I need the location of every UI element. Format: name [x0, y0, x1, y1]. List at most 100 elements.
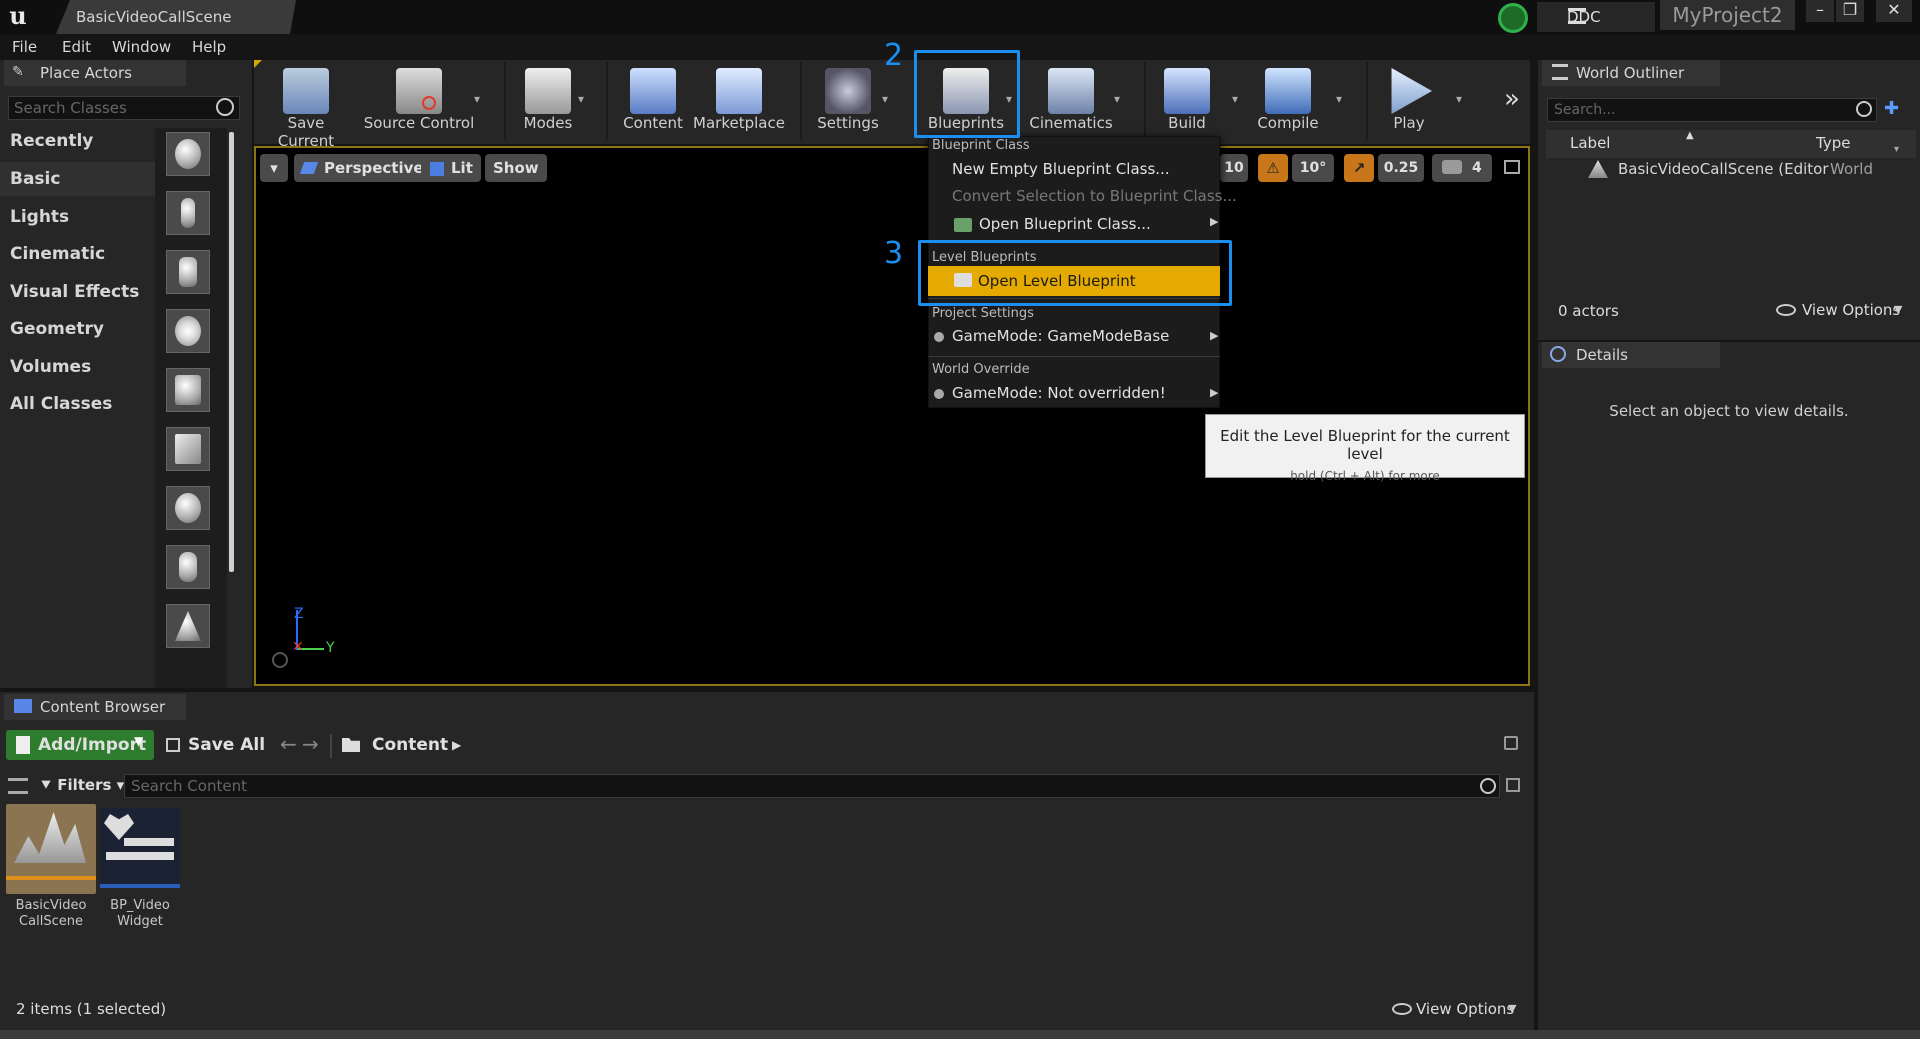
- camera-speed-value[interactable]: 4: [1432, 154, 1492, 182]
- build-dropdown[interactable]: ▾: [1232, 92, 1238, 106]
- actor-cube-icon[interactable]: [166, 427, 210, 471]
- gamemode-project-item[interactable]: GameMode: GameModeBase: [952, 327, 1169, 345]
- toolbar-overflow-icon[interactable]: »: [1504, 84, 1520, 114]
- path-chevron-icon[interactable]: ▶: [452, 738, 461, 752]
- save-current-button[interactable]: Save Current: [258, 60, 354, 150]
- path-content[interactable]: Content: [372, 730, 448, 760]
- unreal-logo-icon[interactable]: u: [4, 2, 32, 30]
- column-label[interactable]: Label: [1570, 134, 1610, 152]
- actor-pawn-icon[interactable]: [166, 250, 210, 294]
- marketplace-button[interactable]: Marketplace: [692, 60, 786, 144]
- actor-sphere-icon[interactable]: [166, 132, 210, 176]
- category-cinematic[interactable]: Cinematic: [0, 237, 155, 271]
- place-actors-scrollbar[interactable]: [229, 132, 234, 572]
- scale-snap-icon[interactable]: ↗: [1344, 154, 1374, 182]
- column-menu-icon[interactable]: ▾: [1894, 144, 1899, 155]
- cinematics-button[interactable]: Cinematics: [1028, 60, 1114, 144]
- actor-character-icon[interactable]: [166, 191, 210, 235]
- place-actors-icon: ✎: [12, 64, 24, 80]
- chevron-down-icon: ▼: [1894, 303, 1903, 316]
- outliner-row-label[interactable]: BasicVideoCallScene (Editor: [1618, 160, 1828, 178]
- sources-toggle-icon[interactable]: [8, 778, 28, 794]
- ddc-indicator[interactable]: DDC: [1537, 2, 1655, 32]
- minimize-button[interactable]: –: [1806, 0, 1834, 22]
- cinematics-dropdown[interactable]: ▾: [1114, 92, 1120, 106]
- world-outliner-tab[interactable]: World Outliner: [1542, 60, 1720, 86]
- search-classes-input[interactable]: Search Classes: [8, 96, 240, 120]
- place-actors-tab-label: Place Actors: [40, 64, 132, 82]
- category-visual-effects[interactable]: Visual Effects: [0, 275, 155, 309]
- search-content-input[interactable]: Search Content: [124, 774, 1500, 798]
- new-empty-blueprint-item[interactable]: New Empty Blueprint Class...: [952, 160, 1170, 178]
- actor-sphere-mesh-icon[interactable]: [166, 486, 210, 530]
- actor-cone-icon[interactable]: [166, 604, 210, 648]
- category-recently-placed[interactable]: Recently Placed: [0, 124, 155, 185]
- play-dropdown[interactable]: ▾: [1456, 92, 1462, 106]
- column-type[interactable]: Type: [1816, 134, 1850, 152]
- category-all-classes[interactable]: All Classes: [0, 387, 155, 421]
- ddc-icon: [1568, 8, 1586, 24]
- content-button[interactable]: Content: [614, 60, 692, 144]
- save-all-button[interactable]: Save All: [166, 730, 265, 760]
- outliner-view-options[interactable]: View Options: [1802, 301, 1900, 319]
- rotation-snap-value[interactable]: 10°: [1292, 154, 1334, 182]
- outliner-search-input[interactable]: Search...: [1547, 98, 1877, 122]
- menu-window[interactable]: Window: [112, 36, 171, 58]
- scale-snap-value[interactable]: 0.25: [1378, 154, 1424, 182]
- maximize-button[interactable]: ❐: [1836, 0, 1864, 22]
- actor-cylinder-icon[interactable]: [166, 545, 210, 589]
- sort-arrow-icon: ▲: [1686, 130, 1694, 141]
- details-tab[interactable]: Details: [1542, 342, 1720, 368]
- menu-edit[interactable]: Edit: [62, 36, 91, 58]
- compile-dropdown[interactable]: ▾: [1336, 92, 1342, 106]
- filters-button[interactable]: ⯆ Filters ▾: [40, 776, 124, 794]
- level-tab[interactable]: BasicVideoCallScene: [56, 0, 296, 34]
- rotation-snap-icon[interactable]: ⚠: [1258, 154, 1288, 182]
- menu-file[interactable]: File: [12, 36, 37, 58]
- viewport-help-icon[interactable]: [272, 652, 288, 668]
- content-view-options[interactable]: View Options: [1416, 1000, 1514, 1018]
- category-lights[interactable]: Lights: [0, 200, 155, 234]
- actor-light-icon[interactable]: [166, 309, 210, 353]
- category-volumes[interactable]: Volumes: [0, 350, 155, 384]
- actor-player-start-icon[interactable]: [166, 368, 210, 412]
- asset-type-bar: [6, 876, 96, 880]
- settings-dropdown[interactable]: ▾: [882, 92, 888, 106]
- submenu-arrow-icon: ▶: [1210, 329, 1219, 342]
- back-arrow-icon[interactable]: ←: [280, 732, 297, 756]
- project-name: MyProject2: [1660, 0, 1795, 30]
- maximize-viewport-icon[interactable]: [1504, 160, 1520, 174]
- compile-button[interactable]: Compile: [1248, 60, 1328, 144]
- gamemode-override-item[interactable]: GameMode: Not overridden!: [952, 384, 1166, 402]
- modes-dropdown[interactable]: ▾: [578, 92, 584, 106]
- gamemode-icon: [934, 332, 944, 342]
- category-basic[interactable]: Basic: [0, 162, 155, 196]
- menu-help[interactable]: Help: [192, 36, 226, 58]
- modes-button[interactable]: Modes: [512, 60, 584, 144]
- build-icon: [1164, 68, 1210, 114]
- presence-icon[interactable]: [1498, 3, 1528, 33]
- category-geometry[interactable]: Geometry: [0, 312, 155, 346]
- open-blueprint-class-icon: [954, 218, 972, 232]
- convert-selection-item[interactable]: Convert Selection to Blueprint Class...: [952, 187, 1237, 205]
- actor-count: 0 actors: [1558, 302, 1619, 320]
- source-control-button[interactable]: Source Control: [360, 60, 478, 144]
- show-button[interactable]: Show: [485, 154, 547, 182]
- viewport-options-dropdown[interactable]: ▾: [260, 154, 288, 182]
- settings-button[interactable]: Settings: [808, 60, 888, 144]
- lock-icon[interactable]: [1504, 736, 1518, 750]
- save-search-icon[interactable]: [1506, 778, 1520, 792]
- outliner-row-type: World: [1830, 160, 1873, 178]
- save-icon: [283, 68, 329, 114]
- source-control-dropdown[interactable]: ▾: [474, 92, 480, 106]
- build-button[interactable]: Build: [1150, 60, 1224, 144]
- add-filter-icon[interactable]: ✚: [1884, 98, 1899, 119]
- forward-arrow-icon[interactable]: →: [302, 732, 319, 756]
- play-button[interactable]: Play: [1372, 60, 1446, 144]
- toolbar-separator: [606, 62, 608, 140]
- details-tab-label: Details: [1576, 346, 1629, 364]
- section-project-settings: Project Settings: [932, 306, 1034, 321]
- close-button[interactable]: ✕: [1876, 0, 1912, 22]
- grid-snap-value[interactable]: 10: [1220, 154, 1248, 182]
- open-blueprint-class-item[interactable]: Open Blueprint Class...: [979, 215, 1151, 233]
